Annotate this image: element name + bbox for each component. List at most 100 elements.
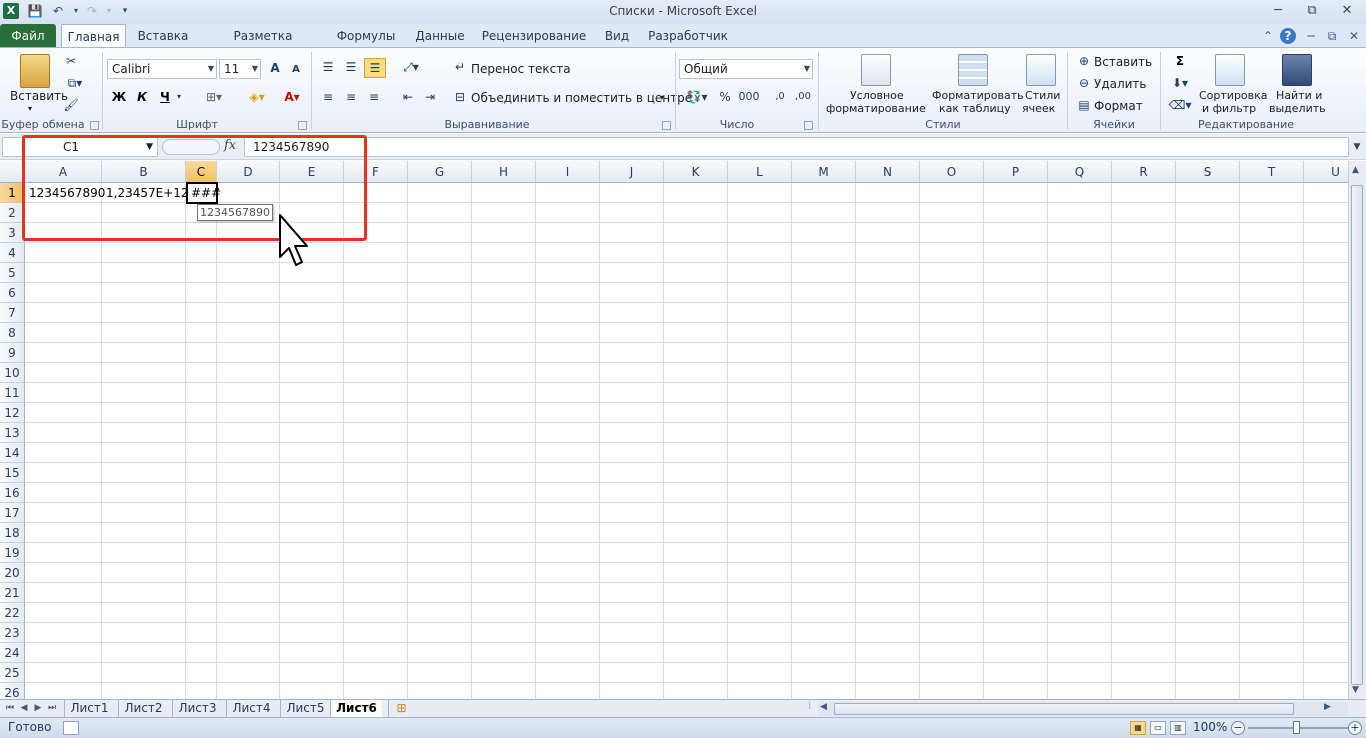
column-header-m[interactable]: M (792, 161, 856, 183)
percent-button[interactable]: % (716, 88, 734, 108)
help-icon[interactable]: ? (1280, 28, 1296, 44)
tab-developer[interactable]: Разработчик (646, 24, 730, 48)
close-button[interactable]: ✕ (1333, 2, 1361, 20)
sort-filter-label-1[interactable]: Сортировка (1199, 89, 1268, 102)
tab-formulas[interactable]: Формулы (334, 24, 398, 48)
tab-data[interactable]: Данные (410, 24, 470, 48)
page-layout-view-icon[interactable]: ▭ (1150, 721, 1166, 735)
format-as-table-icon[interactable] (958, 54, 988, 86)
workbook-minimize-icon[interactable]: ─ (1303, 28, 1319, 44)
row-header-21[interactable]: 21 (0, 583, 25, 603)
sheet-tab-1[interactable]: Лист1 (64, 700, 114, 717)
row-header-4[interactable]: 4 (0, 243, 25, 263)
autosum-button[interactable]: Σ (1167, 52, 1193, 72)
column-header-n[interactable]: N (856, 161, 920, 183)
column-header-g[interactable]: G (408, 161, 472, 183)
row-header-8[interactable]: 8 (0, 323, 25, 343)
increase-decimal-button[interactable]: ,0 (770, 88, 790, 108)
clear-icon[interactable]: ⌫▾ (1167, 96, 1193, 116)
underline-dropdown-icon[interactable]: ▾ (174, 88, 184, 108)
column-header-t[interactable]: T (1240, 161, 1304, 183)
column-header-u[interactable]: U (1304, 161, 1348, 183)
column-header-q[interactable]: Q (1048, 161, 1112, 183)
column-header-s[interactable]: S (1176, 161, 1240, 183)
merge-center-icon[interactable]: ⊟ (451, 88, 469, 108)
cell-styles-label-2[interactable]: ячеек (1022, 102, 1055, 115)
font-name-combo[interactable]: Calibri ▼ (107, 59, 217, 79)
conditional-formatting-label-2[interactable]: форматирование (826, 102, 926, 115)
font-size-combo[interactable]: 11 ▼ (219, 59, 261, 79)
row-header-23[interactable]: 23 (0, 623, 25, 643)
align-bottom-icon[interactable]: ☰ (364, 58, 386, 78)
column-header-h[interactable]: H (472, 161, 536, 183)
number-format-combo[interactable]: Общий ▼ (679, 59, 813, 79)
vertical-scrollbar[interactable]: ▲ ▼ (1348, 161, 1366, 699)
column-header-p[interactable]: P (984, 161, 1048, 183)
scroll-up-icon[interactable]: ▲ (1352, 165, 1359, 175)
minimize-button[interactable]: ─ (1264, 2, 1292, 20)
cell-styles-label-1[interactable]: Стили (1025, 89, 1060, 102)
cell-styles-icon[interactable] (1026, 54, 1056, 86)
column-header-l[interactable]: L (728, 161, 792, 183)
expand-formula-bar-icon[interactable]: ▼ (1350, 137, 1364, 157)
scroll-right-icon[interactable]: ▶ (1324, 702, 1331, 712)
conditional-formatting-label-1[interactable]: Условное (850, 89, 904, 102)
insert-cells-button[interactable]: Вставить (1094, 55, 1152, 69)
row-header-15[interactable]: 15 (0, 463, 25, 483)
borders-icon[interactable]: ⊞▾ (199, 88, 229, 108)
find-select-icon[interactable] (1282, 54, 1312, 86)
fill-icon[interactable]: ⬇▾ (1167, 74, 1193, 94)
column-header-k[interactable]: K (664, 161, 728, 183)
column-header-o[interactable]: O (920, 161, 984, 183)
format-as-table-label-1[interactable]: Форматировать (932, 89, 1024, 102)
cut-icon[interactable]: ✂ (62, 52, 80, 72)
ribbon-minimize-icon[interactable]: ⌃ (1260, 28, 1276, 44)
align-top-icon[interactable]: ☰ (318, 58, 338, 78)
row-header-14[interactable]: 14 (0, 443, 25, 463)
sort-filter-label-2[interactable]: и фильтр (1202, 102, 1256, 115)
conditional-formatting-icon[interactable] (861, 54, 891, 86)
decrease-indent-icon[interactable]: ⇤ (398, 88, 418, 108)
column-header-i[interactable]: I (536, 161, 600, 183)
row-header-5[interactable]: 5 (0, 263, 25, 283)
row-header-22[interactable]: 22 (0, 603, 25, 623)
insert-cells-icon[interactable]: ⊕ (1075, 52, 1093, 72)
row-header-26[interactable]: 26 (0, 683, 25, 699)
bold-button[interactable]: Ж (110, 88, 128, 108)
row-header-11[interactable]: 11 (0, 383, 25, 403)
find-select-label-1[interactable]: Найти и (1276, 89, 1322, 102)
last-sheet-icon[interactable]: ⏭ (46, 701, 58, 716)
zoom-level[interactable]: 100% (1193, 720, 1227, 734)
zoom-out-icon[interactable]: − (1231, 721, 1245, 735)
delete-cells-button[interactable]: Удалить (1094, 77, 1147, 91)
scroll-left-icon[interactable]: ◀ (820, 702, 827, 712)
alignment-launcher-icon[interactable] (662, 121, 671, 130)
zoom-in-icon[interactable]: + (1348, 721, 1362, 735)
font-launcher-icon[interactable] (298, 121, 307, 130)
row-header-6[interactable]: 6 (0, 283, 25, 303)
maximize-button[interactable]: ⧉ (1298, 2, 1326, 20)
paste-dropdown-icon[interactable]: ▾ (28, 104, 32, 113)
vertical-scroll-thumb[interactable] (1351, 185, 1363, 685)
tab-home[interactable]: Главная (61, 24, 126, 48)
sheet-tab-4[interactable]: Лист4 (226, 700, 276, 717)
sheet-tab-2[interactable]: Лист2 (118, 700, 168, 717)
italic-button[interactable]: К (133, 88, 151, 108)
scroll-down-icon[interactable]: ▼ (1352, 685, 1359, 695)
tab-view[interactable]: Вид (598, 24, 636, 48)
column-header-j[interactable]: J (600, 161, 664, 183)
next-sheet-icon[interactable]: ▶ (32, 701, 44, 716)
format-cells-icon[interactable]: ▤ (1075, 96, 1093, 116)
first-sheet-icon[interactable]: ⏮ (4, 701, 16, 716)
wrap-text-icon[interactable]: ↵ (451, 58, 469, 78)
row-header-24[interactable]: 24 (0, 643, 25, 663)
row-header-20[interactable]: 20 (0, 563, 25, 583)
align-left-icon[interactable]: ≡ (318, 88, 338, 108)
row-header-12[interactable]: 12 (0, 403, 25, 423)
tab-review[interactable]: Рецензирование (480, 24, 588, 48)
underline-button[interactable]: Ч (156, 88, 174, 108)
clipboard-launcher-icon[interactable] (90, 121, 99, 130)
tab-page-layout[interactable]: Разметка страницы (202, 24, 324, 67)
format-as-table-label-2[interactable]: как таблицу (939, 102, 1011, 115)
tab-insert[interactable]: Вставка (133, 24, 193, 48)
